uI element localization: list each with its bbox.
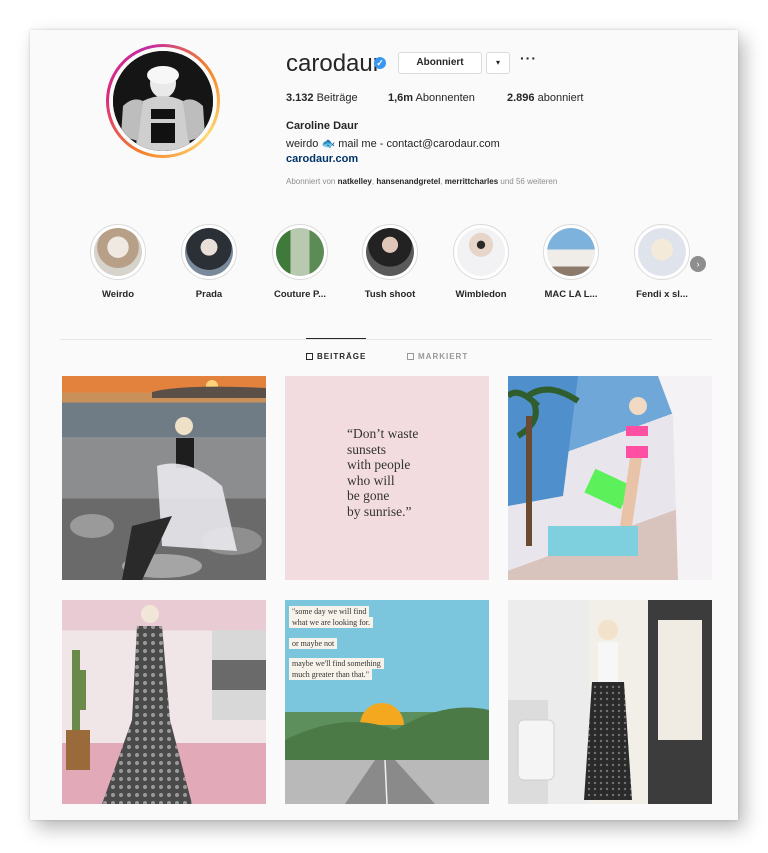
- grid-icon: [306, 353, 313, 360]
- active-tab-indicator: [306, 338, 366, 339]
- tabs-divider: [60, 339, 712, 340]
- profile-website-link[interactable]: carodaur.com: [286, 153, 358, 165]
- suggestions-dropdown-button[interactable]: ▾: [486, 52, 510, 74]
- highlight-cover: [276, 228, 324, 276]
- post-thumbnail[interactable]: “Don’t waste sunsets with people who wil…: [285, 376, 489, 580]
- verified-badge-icon: ✓: [374, 57, 386, 69]
- more-options-icon[interactable]: ···: [520, 50, 537, 66]
- post-thumbnail[interactable]: "some day we will find what we are looki…: [285, 600, 489, 804]
- profile-full-name: Caroline Daur: [286, 120, 359, 132]
- highlights-next-chevron-icon[interactable]: ›: [690, 256, 706, 272]
- tab-posts[interactable]: BEITRÄGE: [306, 352, 366, 361]
- profile-avatar-story-ring[interactable]: [106, 44, 220, 158]
- highlight-cover: [366, 228, 414, 276]
- following-count-stat[interactable]: 2.896 abonniert: [507, 92, 583, 104]
- highlight-cover: [638, 228, 686, 276]
- highlight-cover: [547, 228, 595, 276]
- post-thumbnail[interactable]: [508, 376, 712, 580]
- highlight-cover: [94, 228, 142, 276]
- highlight-item[interactable]: Tush shoot: [355, 224, 425, 300]
- post-photo: [66, 605, 266, 804]
- post-photo: [285, 703, 489, 804]
- quote-text: “Don’t waste sunsets with people who wil…: [347, 426, 419, 519]
- following-button[interactable]: Abonniert: [398, 52, 482, 74]
- post-thumbnail[interactable]: [62, 376, 266, 580]
- tagged-icon: [407, 353, 414, 360]
- highlight-item[interactable]: Prada: [174, 224, 244, 300]
- tab-tagged[interactable]: MARKIERT: [407, 352, 468, 361]
- post-photo: [70, 380, 266, 580]
- highlight-item[interactable]: Fendi x sl...: [627, 224, 697, 300]
- post-photo: [508, 600, 712, 804]
- highlight-cover: [457, 228, 505, 276]
- highlight-item[interactable]: MAC LA L...: [536, 224, 606, 300]
- avatar: [113, 51, 213, 151]
- followers-count-stat[interactable]: 1,6m Abonnenten: [388, 92, 475, 104]
- post-thumbnail[interactable]: [62, 600, 266, 804]
- followed-by-text[interactable]: Abonniert von natkelley, hansenandgretel…: [286, 177, 557, 186]
- posts-count-stat: 3.132 Beiträge: [286, 92, 358, 104]
- avatar-photo: [113, 51, 213, 151]
- profile-page: carodaur ✓ Abonniert ▾ ··· 3.132 Beiträg…: [30, 30, 738, 820]
- profile-bio: weirdo 🐟 mail me - contact@carodaur.com: [286, 138, 500, 150]
- highlight-item[interactable]: Couture P...: [265, 224, 335, 300]
- profile-username: carodaur: [286, 50, 381, 77]
- post-thumbnail[interactable]: [508, 600, 712, 804]
- highlight-item[interactable]: Wimbledon: [446, 224, 516, 300]
- highlight-item[interactable]: Weirdo: [83, 224, 153, 300]
- highlight-cover: [185, 228, 233, 276]
- post-photo: [508, 376, 712, 580]
